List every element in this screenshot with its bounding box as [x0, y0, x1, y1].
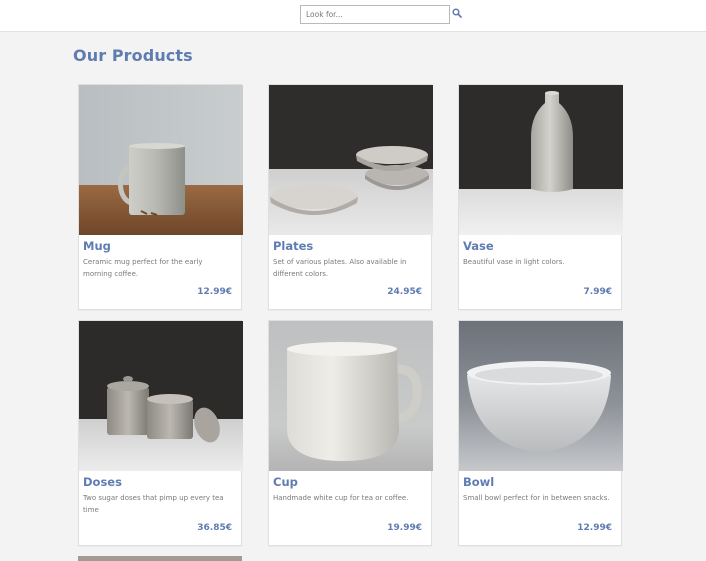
top-bar	[0, 0, 706, 32]
page-title: Our Products	[73, 46, 193, 65]
product-price: 7.99€	[583, 287, 612, 297]
product-card-partial[interactable]	[78, 556, 242, 561]
product-name[interactable]: Vase	[463, 239, 494, 253]
product-description: Ceramic mug perfect for the early mornin…	[83, 258, 203, 278]
product-card-cup[interactable]: Cup Handmade white cup for tea or coffee…	[268, 320, 433, 546]
product-price: 19.99€	[387, 523, 422, 533]
product-name[interactable]: Plates	[273, 239, 313, 253]
product-description: Beautiful vase in light colors.	[463, 258, 565, 266]
product-description: Small bowl perfect for in between snacks…	[463, 494, 610, 502]
product-price: 12.99€	[577, 523, 612, 533]
product-card-doses[interactable]: Doses Two sugar doses that pimp up every…	[78, 320, 243, 546]
product-image-mug[interactable]	[79, 85, 243, 235]
product-card-vase[interactable]: Vase Beautiful vase in light colors. 7.9…	[458, 84, 623, 310]
product-name[interactable]: Doses	[83, 475, 122, 489]
product-card-plates[interactable]: Plates Set of various plates. Also avail…	[268, 84, 433, 310]
product-name[interactable]: Bowl	[463, 475, 494, 489]
product-name[interactable]: Mug	[83, 239, 111, 253]
product-image-doses[interactable]	[79, 321, 243, 471]
product-description: Handmade white cup for tea or coffee.	[273, 494, 409, 502]
search-icon[interactable]	[452, 8, 462, 18]
product-price: 24.95€	[387, 287, 422, 297]
product-image-cup[interactable]	[269, 321, 433, 471]
product-image-bowl[interactable]	[459, 321, 623, 471]
product-price: 36.85€	[197, 523, 232, 533]
search-input[interactable]	[300, 5, 450, 24]
product-price: 12.99€	[197, 287, 232, 297]
product-description: Set of various plates. Also available in…	[273, 258, 407, 278]
product-name[interactable]: Cup	[273, 475, 298, 489]
product-image-vase[interactable]	[459, 85, 623, 235]
product-card-bowl[interactable]: Bowl Small bowl perfect for in between s…	[458, 320, 623, 546]
product-description: Two sugar doses that pimp up every tea t…	[83, 494, 224, 514]
product-card-mug[interactable]: Mug Ceramic mug perfect for the early mo…	[78, 84, 243, 310]
product-image-plates[interactable]	[269, 85, 433, 235]
